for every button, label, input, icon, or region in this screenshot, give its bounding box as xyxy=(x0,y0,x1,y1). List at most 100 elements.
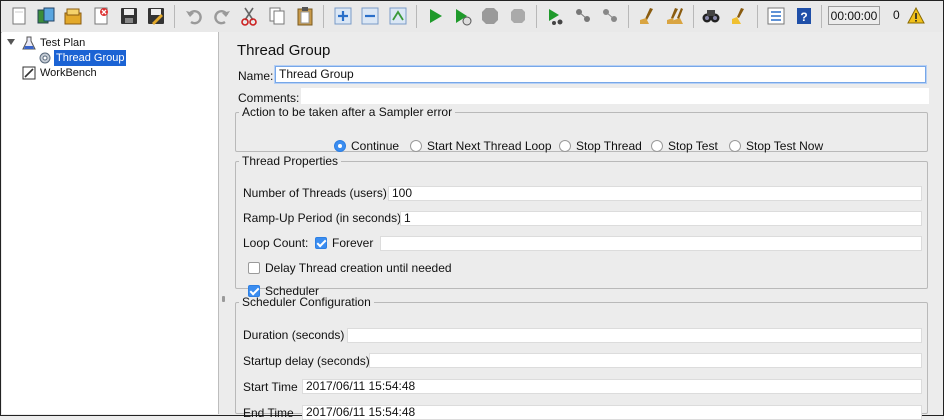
cut-icon[interactable] xyxy=(239,6,259,26)
toolbar-separator xyxy=(821,5,822,28)
rampup-label: Ramp-Up Period (in seconds): xyxy=(243,211,405,225)
radio-start-next-thread-loop[interactable]: Start Next Thread Loop xyxy=(410,137,552,155)
remote-stop-icon[interactable] xyxy=(573,6,593,26)
toolbar-separator xyxy=(323,5,324,28)
start-time-label: Start Time xyxy=(243,380,298,394)
pane-splitter[interactable] xyxy=(219,32,227,414)
rampup-field[interactable]: 1 xyxy=(400,211,922,226)
reset-search-icon[interactable] xyxy=(729,6,749,26)
redo-icon[interactable] xyxy=(212,6,232,26)
tree-item-label: Thread Group xyxy=(54,50,127,66)
radio-continue[interactable]: Continue xyxy=(334,137,399,155)
sampler-error-group: Action to be taken after a Sampler error… xyxy=(235,105,928,155)
toolbar: ? 00:00:00 0 xyxy=(1,1,943,33)
collapse-icon[interactable] xyxy=(360,6,380,26)
radio-indicator xyxy=(559,139,571,152)
scheduler-configuration-group: Scheduler Configuration Duration (second… xyxy=(235,295,928,420)
threads-field[interactable]: 100 xyxy=(388,186,922,201)
svg-text:?: ? xyxy=(800,10,807,24)
thread-group-panel: Thread Group Name: Thread Group Comments… xyxy=(227,32,943,420)
new-icon[interactable] xyxy=(9,6,29,26)
startup-delay-field[interactable] xyxy=(369,353,922,368)
toolbar-separator xyxy=(628,5,629,28)
threads-label: Number of Threads (users): xyxy=(243,186,391,200)
thread-properties-legend: Thread Properties xyxy=(242,154,339,168)
clear-all-icon[interactable] xyxy=(665,6,685,26)
toolbar-separator xyxy=(174,5,175,28)
checkbox-label: Delay Thread creation until needed xyxy=(265,261,452,275)
radio-indicator xyxy=(729,139,741,152)
thread-properties-group: Thread Properties Number of Threads (use… xyxy=(235,154,928,298)
toolbar-separator xyxy=(536,5,537,28)
tree-item-label: WorkBench xyxy=(40,67,97,79)
remote-shutdown-icon[interactable] xyxy=(600,6,620,26)
workbench-icon xyxy=(22,66,36,80)
delay-thread-checkbox[interactable]: Delay Thread creation until needed xyxy=(248,260,452,276)
tree-item-workbench[interactable]: WorkBench xyxy=(22,65,99,81)
radio-stop-test-now[interactable]: Stop Test Now xyxy=(729,137,823,155)
start-icon[interactable] xyxy=(425,6,445,26)
radio-label: Start Next Thread Loop xyxy=(427,139,552,153)
start-no-timers-icon[interactable] xyxy=(452,6,472,26)
copy-icon[interactable] xyxy=(267,6,287,26)
loop-count-label: Loop Count: xyxy=(243,236,309,250)
duration-field[interactable] xyxy=(347,328,922,343)
expand-icon[interactable] xyxy=(333,6,353,26)
name-label: Name: xyxy=(238,69,274,83)
radio-label: Continue xyxy=(351,139,400,153)
jmeter-window: ? 00:00:00 0 Test Plan Thread Group Work… xyxy=(0,0,944,420)
sampler-error-options: Continue Start Next Thread Loop Stop Thr… xyxy=(236,137,927,155)
radio-stop-thread[interactable]: Stop Thread xyxy=(559,137,642,155)
function-helper-icon[interactable] xyxy=(766,6,786,26)
tree-expand-toggle[interactable] xyxy=(7,39,15,45)
comments-label: Comments: xyxy=(238,91,300,105)
shutdown-icon[interactable] xyxy=(508,6,528,26)
undo-icon[interactable] xyxy=(184,6,204,26)
remote-start-icon[interactable] xyxy=(545,6,565,26)
scheduler-legend: Scheduler Configuration xyxy=(242,295,371,309)
splitter-grip[interactable] xyxy=(222,296,225,302)
elapsed-timer: 00:00:00 xyxy=(828,6,880,25)
toolbar-separator xyxy=(693,5,694,28)
toolbar-separator xyxy=(416,5,417,28)
save-as-icon[interactable] xyxy=(146,6,166,26)
open-icon[interactable] xyxy=(63,6,83,26)
warning-icon[interactable] xyxy=(907,7,925,24)
radio-indicator xyxy=(334,139,346,152)
tree-item-label: Test Plan xyxy=(40,37,86,49)
toggle-icon[interactable] xyxy=(388,6,408,26)
start-time-field[interactable]: 2017/06/11 15:54:48 xyxy=(302,379,922,394)
name-field[interactable]: Thread Group xyxy=(275,66,926,83)
error-count: 0 xyxy=(893,8,900,22)
radio-stop-test[interactable]: Stop Test xyxy=(651,137,718,155)
end-time-label: End Time xyxy=(243,406,294,420)
radio-label: Stop Test Now xyxy=(746,139,824,153)
help-icon[interactable]: ? xyxy=(794,6,814,26)
clear-icon[interactable] xyxy=(637,6,657,26)
radio-indicator xyxy=(410,139,422,152)
end-time-field[interactable]: 2017/06/11 15:54:48 xyxy=(302,405,922,420)
toolbar-separator xyxy=(757,5,758,28)
duration-label: Duration (seconds) xyxy=(243,328,345,342)
tree-item-thread-group[interactable]: Thread Group xyxy=(38,50,127,66)
comments-field[interactable] xyxy=(301,88,929,104)
startup-delay-label: Startup delay (seconds) xyxy=(243,354,370,368)
loop-count-field[interactable] xyxy=(380,236,922,251)
page-title: Thread Group xyxy=(237,42,331,59)
search-icon[interactable] xyxy=(701,6,721,26)
stop-icon[interactable] xyxy=(480,6,500,26)
flask-icon xyxy=(22,36,36,50)
checkbox-indicator xyxy=(315,236,327,249)
templates-icon[interactable] xyxy=(36,6,56,26)
paste-icon[interactable] xyxy=(295,6,315,26)
checkbox-label: Forever xyxy=(332,236,374,250)
forever-checkbox[interactable]: Forever xyxy=(315,235,373,251)
radio-indicator xyxy=(651,139,663,152)
checkbox-indicator xyxy=(248,261,260,274)
close-icon[interactable] xyxy=(91,6,111,26)
save-icon[interactable] xyxy=(119,6,139,26)
sampler-error-legend: Action to be taken after a Sampler error xyxy=(242,105,453,119)
gear-icon xyxy=(39,52,51,64)
tree-item-test-plan[interactable]: Test Plan xyxy=(22,35,87,51)
radio-label: Stop Thread xyxy=(576,139,642,153)
